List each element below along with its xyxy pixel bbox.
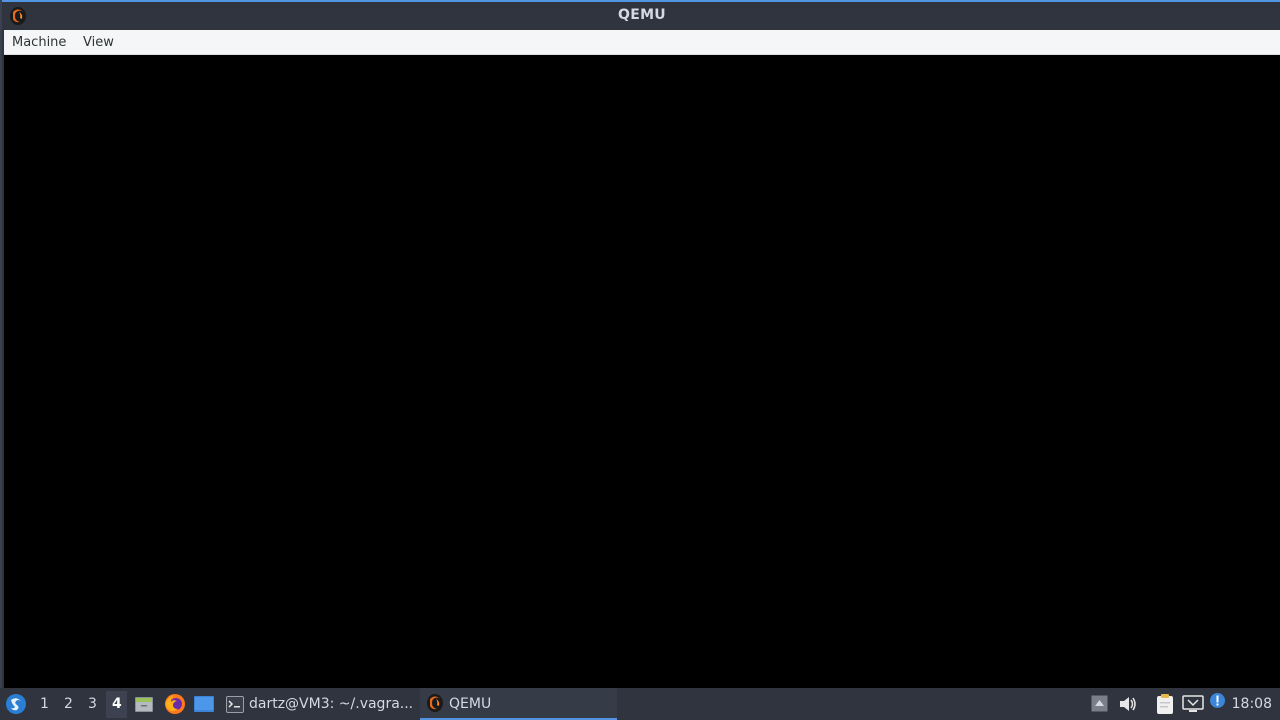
workspace-3[interactable]: 3 — [88, 696, 97, 712]
menu-machine[interactable]: Machine — [12, 35, 66, 50]
lxqt-start-icon[interactable] — [5, 693, 27, 719]
volume-icon[interactable] — [1118, 695, 1138, 717]
taskbar-clock[interactable]: 18:08 — [1232, 696, 1272, 712]
workspace-4[interactable]: 4 — [112, 696, 122, 712]
task-terminal-label: dartz@VM3: ~/.vagra... — [249, 696, 414, 712]
task-qemu[interactable]: QEMU — [420, 688, 617, 720]
clipboard-icon[interactable] — [1155, 693, 1175, 719]
window-titlebar[interactable]: QEMU — [2, 0, 1280, 30]
vm-display[interactable] — [4, 55, 1280, 688]
window-title: QEMU — [618, 7, 666, 23]
firefox-icon[interactable] — [164, 693, 186, 719]
tray-arrow-icon[interactable] — [1091, 695, 1108, 716]
workspace-1[interactable]: 1 — [40, 696, 49, 712]
menubar: Machine View — [4, 30, 1280, 55]
qemu-icon — [426, 693, 444, 717]
task-terminal[interactable]: dartz@VM3: ~/.vagra... — [222, 688, 414, 720]
notification-icon[interactable] — [1209, 692, 1226, 713]
qemu-window: QEMU Machine View — [0, 0, 1280, 688]
show-desktop-icon[interactable] — [193, 694, 215, 718]
network-icon[interactable] — [1182, 694, 1204, 718]
workspace-2[interactable]: 2 — [64, 696, 73, 712]
terminal-icon — [226, 696, 244, 717]
menu-view[interactable]: View — [83, 35, 114, 50]
taskbar: 1 2 3 4 dartz@VM3: ~/.vagra... QEMU 18:0… — [0, 688, 1280, 720]
task-qemu-label: QEMU — [449, 696, 492, 712]
file-manager-icon[interactable] — [134, 694, 154, 718]
